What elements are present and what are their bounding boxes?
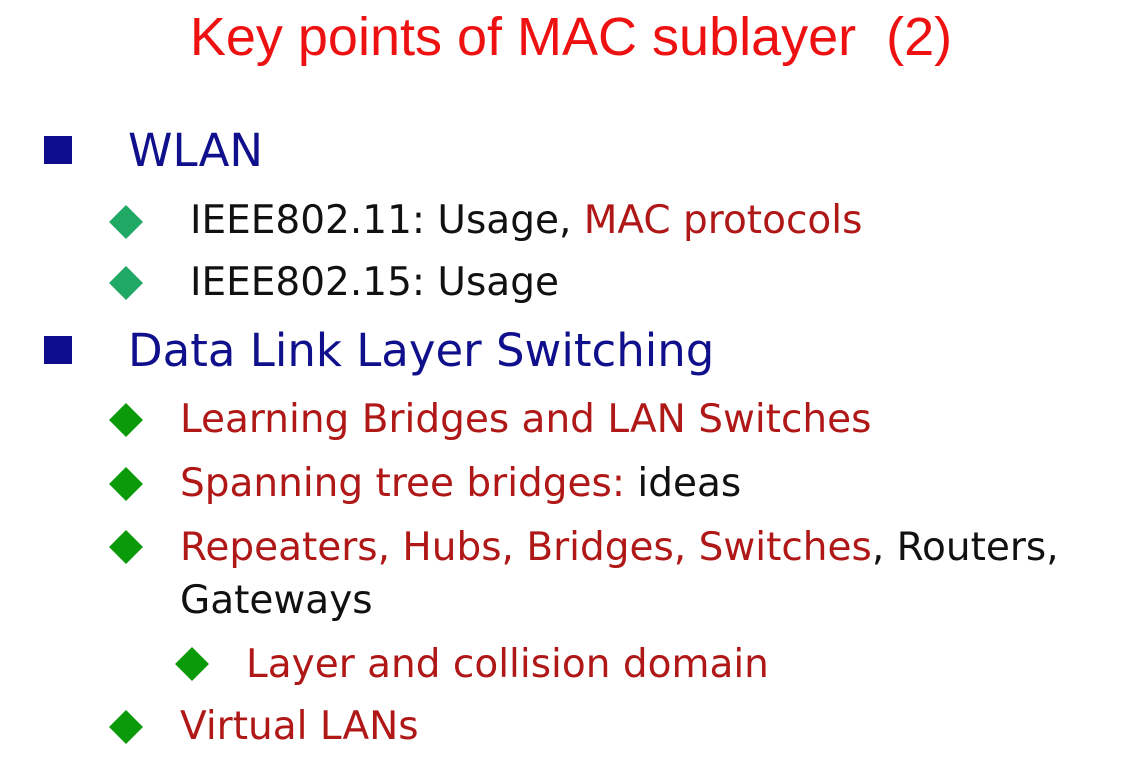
item-highlight: Repeaters, Hubs, Bridges, Switches	[180, 525, 872, 570]
square-bullet-icon	[44, 336, 72, 364]
diamond-bullet-icon	[109, 710, 143, 744]
list-item: Spanning tree bridges: ideas	[180, 464, 741, 503]
item-highlight: MAC protocols	[583, 198, 863, 243]
list-item: Virtual LANs	[180, 704, 419, 749]
diamond-bullet-icon	[109, 403, 143, 437]
diamond-bullet-icon	[109, 205, 143, 239]
diamond-bullet-icon	[175, 647, 209, 681]
list-item-continuation: Gateways	[180, 578, 373, 623]
slide-title: Key points of MAC sublayer (2)	[189, 7, 953, 67]
square-bullet-icon	[44, 136, 72, 164]
item-text: IEEE802.11: Usage,	[190, 198, 584, 243]
section-heading-wlan: WLAN	[128, 124, 264, 177]
item-highlight: Spanning tree bridges:	[180, 461, 625, 506]
list-item: Learning Bridges and LAN Switches	[180, 397, 872, 442]
item-text: ideas	[625, 461, 742, 506]
sub-list-item: Layer and collision domain	[246, 642, 769, 687]
slide: Key points of MAC sublayer (2) WLAN IEEE…	[0, 0, 1142, 776]
list-item: IEEE802.15: Usage	[190, 260, 559, 305]
list-item: IEEE802.11: Usage, MAC protocols	[190, 201, 862, 240]
list-item: Repeaters, Hubs, Bridges, Switches, Rout…	[180, 528, 1059, 567]
diamond-bullet-icon	[109, 467, 143, 501]
item-text: , Routers,	[871, 525, 1059, 570]
diamond-bullet-icon	[109, 530, 143, 564]
section-heading-switching: Data Link Layer Switching	[128, 324, 715, 377]
diamond-bullet-icon	[109, 266, 143, 300]
